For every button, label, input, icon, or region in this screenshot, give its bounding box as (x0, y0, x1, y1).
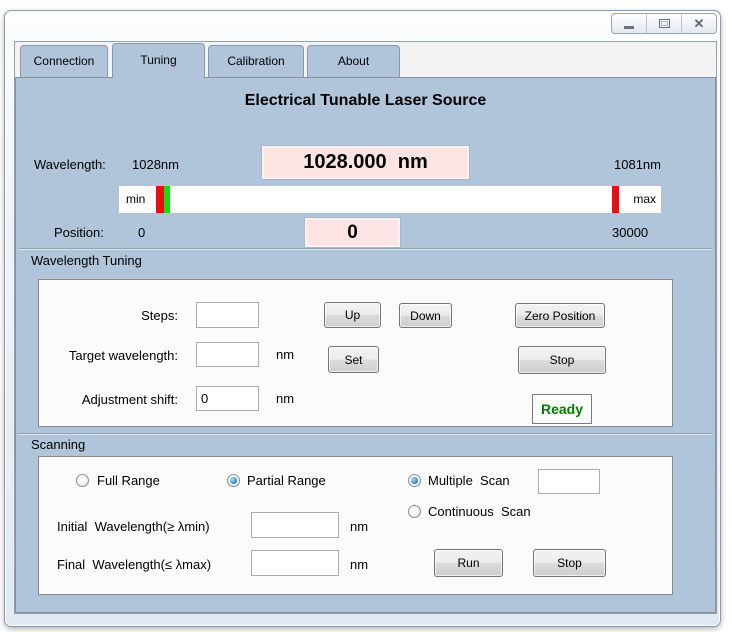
adjustment-shift-input[interactable] (196, 386, 259, 411)
zero-position-button[interactable]: Zero Position (515, 303, 605, 328)
up-button[interactable]: Up (324, 302, 381, 328)
page-title: Electrical Tunable Laser Source (16, 92, 715, 110)
partial-range-label: Partial Range (247, 473, 326, 488)
full-range-radio[interactable] (76, 474, 89, 487)
initial-wavelength-label: Initial Wavelength(≥ λmin) (57, 519, 210, 534)
window-controls: ✕ (611, 13, 717, 34)
close-button[interactable]: ✕ (682, 14, 716, 33)
tab-strip: Connection Tuning Calibration About (15, 42, 716, 77)
target-wavelength-label: Target wavelength: (57, 348, 178, 363)
status-ready-box: Ready (532, 394, 592, 424)
partial-range-radio[interactable] (227, 474, 240, 487)
adjust-unit-label: nm (276, 391, 294, 406)
position-max-label: 30000 (612, 225, 648, 240)
steps-label: Steps: (57, 308, 178, 323)
scan-stop-button[interactable]: Stop (533, 549, 606, 577)
final-wavelength-label: Final Wavelength(≤ λmax) (57, 557, 211, 572)
scanning-group-title: Scanning (31, 437, 85, 452)
target-wavelength-input[interactable] (196, 342, 259, 367)
max-limit-marker (612, 186, 619, 213)
final-wavelength-input[interactable] (251, 550, 339, 576)
maximize-icon (659, 19, 670, 28)
wavelength-display: 1028.000 nm (262, 146, 469, 179)
scanning-group-separator (18, 433, 713, 434)
current-position-marker (164, 186, 170, 213)
full-range-label: Full Range (97, 473, 160, 488)
initial-unit-label: nm (350, 519, 368, 534)
down-button[interactable]: Down (399, 303, 452, 328)
continuous-scan-label: Continuous Scan (428, 504, 531, 519)
final-unit-label: nm (350, 557, 368, 572)
minimize-icon (624, 26, 634, 29)
stop-button[interactable]: Stop (518, 346, 606, 374)
tab-connection[interactable]: Connection (20, 45, 108, 77)
titlebar[interactable]: ✕ (5, 11, 720, 42)
client-area: Connection Tuning Calibration About Elec… (14, 41, 717, 614)
position-label: Position: (54, 225, 104, 240)
position-min-label: 0 (138, 225, 145, 240)
wavelength-max-label: 1081nm (614, 157, 661, 172)
tab-calibration[interactable]: Calibration (208, 45, 304, 77)
min-limit-marker (156, 186, 164, 213)
multiple-scan-radio[interactable] (408, 474, 421, 487)
maximize-button[interactable] (647, 14, 682, 33)
wavelength-label: Wavelength: (34, 157, 106, 172)
initial-wavelength-input[interactable] (251, 512, 339, 538)
multiple-scan-label: Multiple Scan (428, 473, 510, 488)
steps-input[interactable] (196, 302, 259, 328)
target-unit-label: nm (276, 347, 294, 362)
scanning-panel: Full Range Partial Range Multiple Scan C… (38, 456, 673, 595)
close-icon: ✕ (694, 17, 705, 30)
tuning-group-title: Wavelength Tuning (31, 253, 142, 268)
tab-tuning[interactable]: Tuning (112, 43, 205, 78)
minimize-button[interactable] (612, 14, 647, 33)
app-window: ✕ Connection Tuning Calibration About El… (4, 10, 721, 627)
wavelength-min-label: 1028nm (132, 157, 179, 172)
multiple-scan-count-input[interactable] (538, 469, 600, 494)
tuning-tab-page: Electrical Tunable Laser Source Waveleng… (15, 77, 716, 613)
tuning-group-separator (18, 248, 713, 249)
set-button[interactable]: Set (328, 346, 379, 373)
run-button[interactable]: Run (434, 549, 503, 577)
continuous-scan-radio[interactable] (408, 505, 421, 518)
status-text: Ready (541, 401, 583, 417)
position-display: 0 (305, 218, 400, 247)
slider-max-label: max (633, 192, 656, 206)
tab-about[interactable]: About (307, 45, 400, 77)
adjustment-shift-label: Adjustment shift: (57, 392, 178, 407)
slider-min-label: min (126, 192, 145, 206)
position-slider-track: min max (119, 186, 661, 213)
tuning-panel: Steps: Up Down Zero Position Target wave… (38, 279, 673, 427)
